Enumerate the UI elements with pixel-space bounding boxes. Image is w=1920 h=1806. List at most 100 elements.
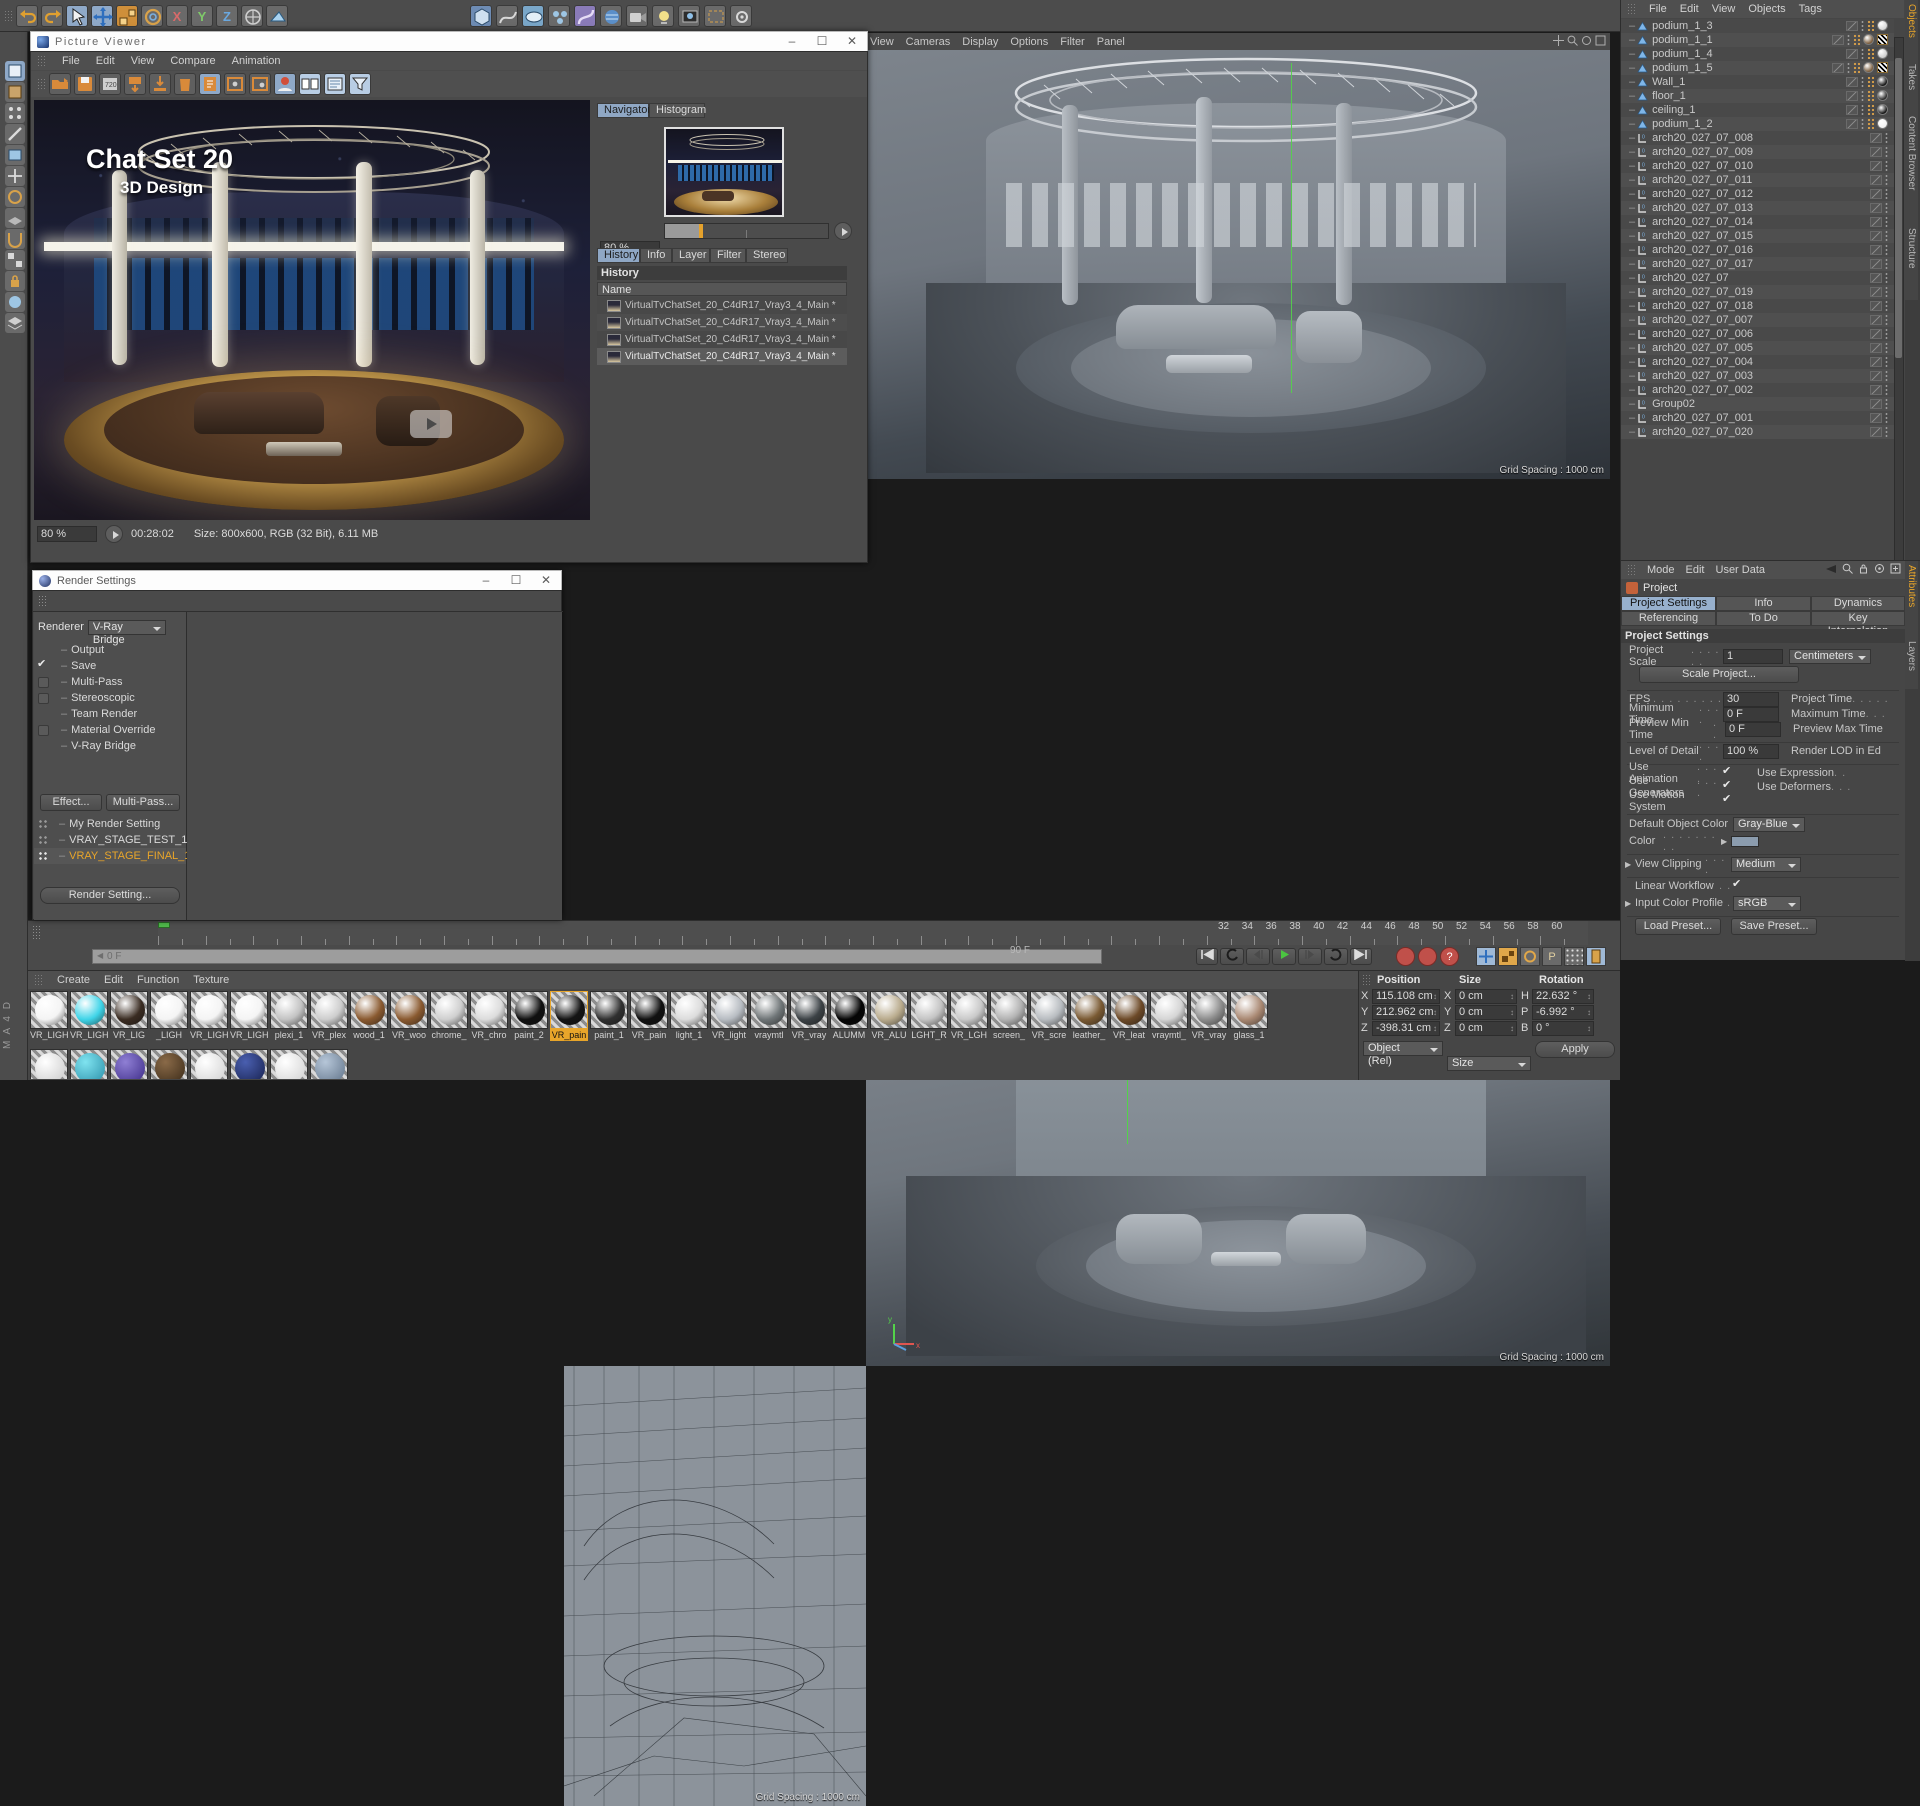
fps-field[interactable]: 30 bbox=[1723, 691, 1779, 707]
visibility-dot-icon[interactable] bbox=[1870, 230, 1882, 241]
visibility-dot-icon[interactable] bbox=[1870, 300, 1882, 311]
object-manager-scroll-thumb[interactable] bbox=[1895, 58, 1902, 358]
lod-field[interactable]: 100 % bbox=[1723, 743, 1779, 759]
history-list[interactable]: VirtualTvChatSet_20_C4dR17_Vray3_4_Main … bbox=[597, 297, 847, 367]
visibility-dot-icon[interactable] bbox=[1870, 174, 1882, 185]
visibility-dots-icon[interactable] bbox=[1885, 328, 1888, 339]
material-item[interactable]: VR_LIGH bbox=[30, 991, 68, 1043]
tab-layer[interactable]: Layer bbox=[672, 248, 710, 263]
visibility-dot-icon[interactable] bbox=[1870, 412, 1882, 423]
render-settings-tree-item[interactable]: – Team Render bbox=[34, 706, 186, 722]
render-settings-tree-item[interactable]: – Multi-Pass bbox=[34, 674, 186, 690]
material-item[interactable]: vraymtl_ bbox=[1150, 991, 1188, 1043]
save-preset-button[interactable]: Save Preset... bbox=[1731, 918, 1817, 935]
position-key-icon[interactable] bbox=[1476, 947, 1496, 966]
object-row[interactable]: –0 arch20_027_07_017 bbox=[1621, 257, 1894, 271]
minimize-button[interactable]: – bbox=[777, 32, 807, 51]
visibility-dots-icon[interactable] bbox=[1885, 370, 1888, 381]
material-item[interactable]: VR_pain bbox=[630, 991, 668, 1043]
pv-menu-edit[interactable]: Edit bbox=[96, 55, 115, 67]
rendered-image[interactable]: Chat Set 20 3D Design bbox=[34, 100, 590, 520]
timeline-playhead[interactable] bbox=[158, 922, 170, 928]
zoom-region-icon[interactable] bbox=[249, 73, 271, 95]
render-preset-item[interactable]: – My Render Setting bbox=[34, 816, 186, 832]
load-render-icon[interactable] bbox=[124, 73, 146, 95]
rs-maximize-button[interactable]: ☐ bbox=[501, 571, 531, 590]
add-icon[interactable] bbox=[1890, 563, 1901, 577]
viewport-wireframe[interactable]: Grid Spacing : 1000 cm bbox=[564, 1366, 866, 1806]
view-clipping-combo[interactable]: Medium bbox=[1731, 856, 1801, 872]
material-item[interactable]: plexi_1 bbox=[270, 991, 308, 1043]
world-object-icon[interactable] bbox=[241, 5, 263, 27]
mm-menu-edit[interactable]: Edit bbox=[104, 974, 123, 986]
deformer-icon[interactable] bbox=[574, 5, 596, 27]
coordinates-size-mode-combo[interactable]: Size bbox=[1447, 1056, 1531, 1071]
rs-minimize-button[interactable]: – bbox=[471, 571, 501, 590]
loop-icon[interactable] bbox=[1324, 948, 1348, 965]
visibility-dots-icon[interactable] bbox=[1885, 342, 1888, 353]
visibility-dot-icon[interactable] bbox=[1870, 328, 1882, 339]
attribute-manager-gripper[interactable] bbox=[1627, 564, 1636, 576]
tab-info[interactable]: Info bbox=[640, 248, 672, 263]
vtab-structure[interactable]: Structure bbox=[1905, 224, 1918, 300]
delete-render-icon[interactable] bbox=[174, 73, 196, 95]
object-row[interactable]: –0 arch20_027_07_008 bbox=[1621, 131, 1894, 145]
pv-menu-file[interactable]: File bbox=[62, 55, 80, 67]
material-item[interactable]: VR_woo bbox=[390, 991, 428, 1043]
visibility-dots-icon[interactable] bbox=[1861, 20, 1864, 31]
use-motion-checkbox[interactable] bbox=[1722, 792, 1733, 806]
visibility-dot-icon[interactable] bbox=[1870, 286, 1882, 297]
visibility-dot-icon[interactable] bbox=[1870, 160, 1882, 171]
visibility-dot-icon[interactable] bbox=[1870, 258, 1882, 269]
vp-menu-filter[interactable]: Filter bbox=[1060, 36, 1084, 48]
history-item[interactable]: VirtualTvChatSet_20_C4dR17_Vray3_4_Main … bbox=[597, 297, 847, 314]
object-row[interactable]: –0 arch20_027_07_018 bbox=[1621, 299, 1894, 313]
material-item[interactable]: light_1 bbox=[670, 991, 708, 1043]
history-item[interactable]: VirtualTvChatSet_20_C4dR17_Vray3_4_Main … bbox=[597, 348, 847, 365]
material-list[interactable]: VR_LIGH VR_LIGH VR_LIG _LIGH VR_LIGH VR_LIGH p… bbox=[30, 991, 1356, 1047]
visibility-dots-icon[interactable] bbox=[1885, 272, 1888, 283]
visibility-dots-icon[interactable] bbox=[1847, 34, 1850, 45]
navigator-zoom-slider-handle[interactable] bbox=[699, 224, 703, 238]
material-tag-icon[interactable] bbox=[1877, 76, 1888, 87]
visibility-dot-icon[interactable] bbox=[1870, 384, 1882, 395]
color-expand-arrow-icon[interactable]: ▶ bbox=[1721, 837, 1727, 846]
material-item[interactable]: VR_vray bbox=[790, 991, 828, 1043]
visibility-dot-icon[interactable] bbox=[1832, 62, 1844, 73]
visibility-dots-icon[interactable] bbox=[1885, 398, 1888, 409]
visibility-dot-icon[interactable] bbox=[1870, 426, 1882, 437]
project-scale-unit-combo[interactable]: Centimeters bbox=[1789, 648, 1871, 664]
material-item[interactable]: _LIGH bbox=[150, 991, 188, 1043]
tab-info[interactable]: Info bbox=[1716, 596, 1811, 611]
toolbar-gripper[interactable] bbox=[4, 10, 13, 22]
vtab-takes[interactable]: Takes bbox=[1905, 60, 1918, 112]
lock-z-icon[interactable]: Z bbox=[216, 5, 238, 27]
material-item[interactable]: chrome_ bbox=[430, 991, 468, 1043]
filter-icon[interactable] bbox=[349, 73, 371, 95]
material-item[interactable] bbox=[310, 1049, 348, 1079]
visibility-dots-icon[interactable] bbox=[1885, 258, 1888, 269]
material-item[interactable] bbox=[30, 1049, 68, 1079]
visibility-dots-icon[interactable] bbox=[1861, 118, 1864, 129]
axis-mode-icon[interactable] bbox=[5, 166, 25, 186]
material-item[interactable]: VR_LIG bbox=[110, 991, 148, 1043]
mm-menu-function[interactable]: Function bbox=[137, 974, 179, 986]
timeline-ruler[interactable]: 32 34 36 38 40 42 44 46 48 50 52 54 56 58 60 bbox=[158, 921, 1588, 945]
object-row[interactable]: – floor_1 bbox=[1621, 89, 1894, 103]
visibility-dot-icon[interactable] bbox=[1846, 48, 1858, 59]
object-row[interactable]: –0 arch20_027_07_019 bbox=[1621, 285, 1894, 299]
render-settings-presets[interactable]: – My Render Setting – VRAY_STAGE_TEST_1– VRA… bbox=[34, 816, 190, 868]
tab-history[interactable]: History bbox=[597, 248, 640, 263]
autokeying-icon[interactable] bbox=[1418, 947, 1437, 966]
om-menu-objects[interactable]: Objects bbox=[1748, 3, 1785, 15]
visibility-dots-icon[interactable] bbox=[1861, 48, 1864, 59]
material-item[interactable]: wood_1 bbox=[350, 991, 388, 1043]
visibility-dots-icon[interactable] bbox=[1847, 62, 1850, 73]
store-render-icon[interactable] bbox=[149, 73, 171, 95]
visibility-dots-icon[interactable] bbox=[1885, 230, 1888, 241]
redo-icon[interactable] bbox=[41, 5, 63, 27]
object-row[interactable]: – podium_1_1 bbox=[1621, 33, 1894, 47]
environment-icon[interactable] bbox=[600, 5, 622, 27]
material-item[interactable] bbox=[70, 1049, 108, 1079]
visibility-dot-icon[interactable] bbox=[1870, 272, 1882, 283]
